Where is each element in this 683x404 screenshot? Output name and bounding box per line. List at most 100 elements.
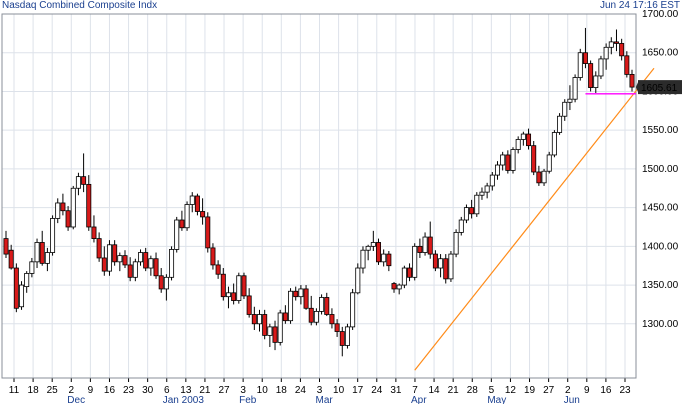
- y-tick-label: 1300.00: [642, 319, 679, 330]
- candle-body: [350, 292, 356, 328]
- candle-body: [205, 216, 211, 249]
- candle-body: [91, 226, 97, 239]
- candle-body: [303, 288, 309, 309]
- candle-body: [370, 242, 376, 247]
- candle-body: [272, 326, 278, 343]
- candle-body: [381, 253, 387, 263]
- candle-body: [546, 154, 552, 172]
- candle-body: [210, 247, 216, 266]
- x-tick-label: 10: [333, 385, 345, 396]
- x-tick-label: 27: [218, 385, 230, 396]
- y-tick-label: 1400.00: [642, 241, 679, 252]
- candle-body: [251, 314, 257, 325]
- candle-body: [194, 195, 200, 212]
- candle-body: [515, 139, 521, 150]
- candle-body: [34, 242, 40, 263]
- month-label: Jun: [564, 395, 580, 404]
- x-tick-label: 9: [584, 385, 590, 396]
- candle-body: [494, 164, 500, 176]
- candle-body: [184, 204, 190, 229]
- x-tick-label: 18: [28, 385, 40, 396]
- x-tick-label: 24: [371, 385, 383, 396]
- month-label: Feb: [239, 395, 257, 404]
- candle-body: [412, 245, 418, 278]
- candle-body: [438, 258, 444, 269]
- x-tick-label: 25: [47, 385, 59, 396]
- candle-body: [308, 307, 314, 323]
- candle-body: [117, 255, 123, 263]
- candle-body: [572, 77, 578, 100]
- candle-body: [613, 41, 619, 44]
- candle-body: [55, 202, 61, 219]
- candlestick-chart: 1300.00 1350.00 1400.00 1450.00 1500.00 1550.…: [1, 9, 682, 404]
- candle-body: [453, 231, 459, 255]
- month-label: Jan 2003: [163, 395, 205, 404]
- candle-body: [551, 132, 557, 156]
- candle-body: [236, 275, 242, 301]
- candle-body: [24, 273, 30, 288]
- candle-body: [231, 292, 237, 301]
- y-tick-label: 1650.00: [642, 48, 679, 59]
- candle-body: [13, 267, 19, 309]
- x-tick-label: 14: [429, 385, 441, 396]
- candle-body: [386, 253, 392, 267]
- candle-body: [588, 63, 594, 88]
- candle-body: [132, 261, 138, 278]
- candle-body: [375, 242, 381, 263]
- candle-body: [225, 292, 231, 298]
- candle-body: [520, 133, 526, 140]
- candle-body: [163, 276, 169, 290]
- candle-body: [463, 207, 469, 221]
- candle-body: [112, 244, 118, 263]
- candle-body: [65, 210, 71, 228]
- candle-body: [391, 283, 397, 290]
- month-label: May: [487, 395, 506, 404]
- candle-body: [319, 297, 325, 312]
- candle-body: [200, 211, 206, 218]
- candle-body: [39, 242, 45, 264]
- candle-body: [29, 261, 35, 274]
- candle-body: [174, 219, 180, 250]
- x-tick-label: 21: [448, 385, 460, 396]
- x-tick-label: 24: [295, 385, 307, 396]
- candle-body: [86, 183, 92, 228]
- x-tick-label: 10: [257, 385, 269, 396]
- candle-body: [96, 238, 102, 259]
- candle-body: [329, 314, 335, 325]
- candle-body: [562, 101, 568, 117]
- candle-body: [432, 253, 438, 269]
- candle-body: [484, 185, 490, 193]
- x-tick-label: 12: [505, 385, 517, 396]
- candle-body: [334, 323, 340, 332]
- support-trendline: [414, 67, 655, 371]
- candle-body: [448, 253, 454, 280]
- candle-body: [619, 43, 625, 57]
- candle-body: [44, 252, 50, 264]
- candle-body: [60, 202, 66, 212]
- candle-body: [396, 284, 402, 290]
- candle-body: [267, 326, 273, 336]
- candle-body: [624, 55, 630, 75]
- x-tick-label: 16: [600, 385, 612, 396]
- candle-body: [122, 255, 128, 266]
- candle-body: [407, 267, 413, 278]
- month-label: Dec: [67, 395, 85, 404]
- y-tick-label: 1700.00: [642, 9, 679, 20]
- x-tick-label: 9: [88, 385, 94, 396]
- last-value-label: 1605.61: [641, 83, 678, 94]
- month-label: Mar: [316, 395, 334, 404]
- candle-body: [215, 264, 221, 275]
- candle-body: [293, 290, 299, 298]
- candle-body: [417, 245, 423, 253]
- candle-body: [469, 207, 475, 215]
- candle-body: [344, 326, 350, 346]
- candle-body: [603, 46, 609, 60]
- x-tick-label: 17: [352, 385, 364, 396]
- candle-body: [262, 314, 268, 336]
- x-tick-label: 31: [390, 385, 402, 396]
- candle-body: [158, 275, 164, 290]
- candle-body: [106, 244, 112, 272]
- candle-body: [422, 236, 428, 253]
- candle-body: [101, 257, 107, 272]
- candle-body: [3, 238, 9, 255]
